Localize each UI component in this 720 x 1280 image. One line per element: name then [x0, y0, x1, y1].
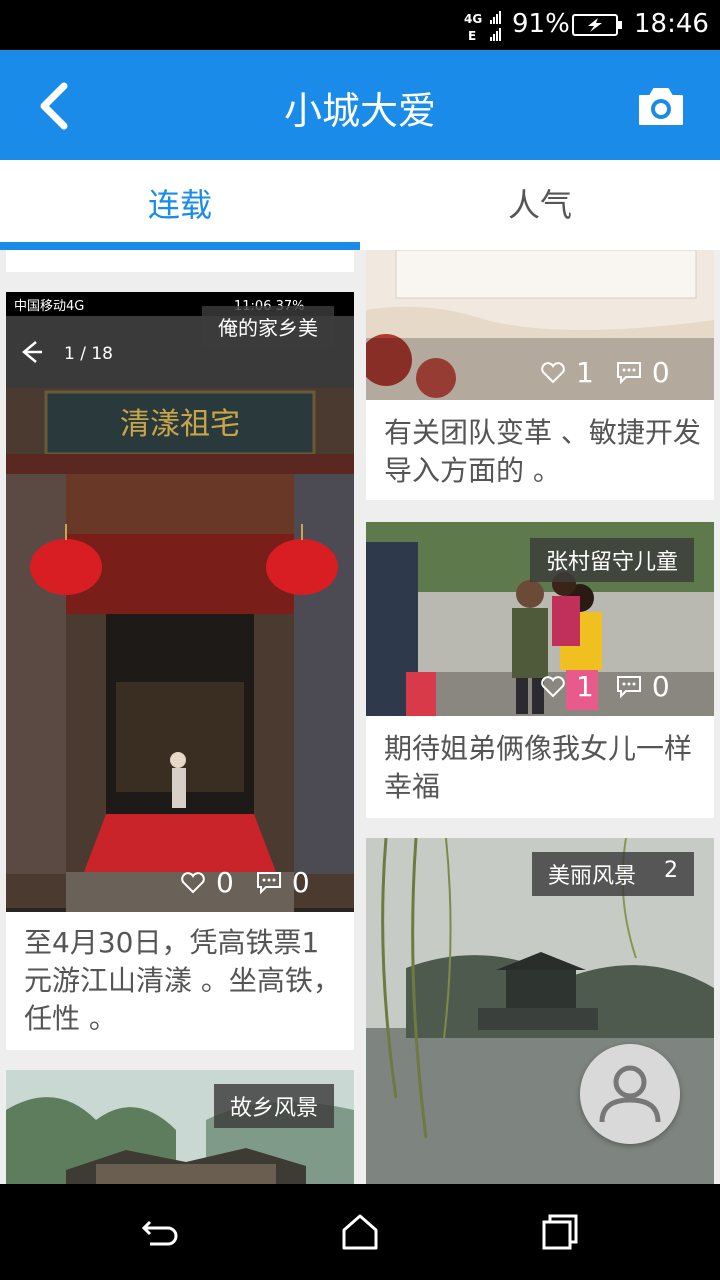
tab-popular[interactable]: 人气	[360, 160, 720, 250]
battery-charging-icon	[572, 14, 622, 36]
card-description: 有关团队变革 、敏捷开发导入方面的 。	[384, 416, 701, 487]
stats-team: 1 0	[540, 356, 692, 389]
heart-icon[interactable]	[540, 361, 566, 384]
svg-text:E: E	[468, 29, 476, 42]
camera-icon[interactable]	[636, 84, 686, 128]
tab-indicator	[0, 242, 360, 250]
photo-hometown: 中国移动4G 11:06 37% 1 / 18 清漾祖宅	[6, 292, 354, 912]
comment-count: 0	[651, 670, 670, 703]
tag-scenery: 美丽风景 2	[531, 852, 694, 896]
stats-hometown: 0 0	[180, 866, 332, 899]
tab-bar: 连载 人气	[0, 160, 720, 250]
like-count: 1	[576, 356, 594, 389]
stats-children: 1 0	[540, 670, 692, 703]
photo-team: 1 0	[366, 250, 714, 400]
svg-text:中国移动4G: 中国移动4G	[14, 299, 84, 314]
battery-percent: 91%	[512, 9, 570, 39]
comment-count: 0	[291, 866, 310, 899]
like-count: 1	[576, 670, 594, 703]
card-description: 期待姐弟俩像我女儿一样幸福	[384, 732, 693, 803]
signal-icon: 4G E	[464, 11, 501, 42]
svg-text:清漾祖宅: 清漾祖宅	[120, 407, 240, 442]
tab-serial[interactable]: 连载	[0, 160, 360, 250]
heart-icon[interactable]	[180, 871, 206, 894]
tag-children: 张村留守儿童	[529, 538, 694, 582]
nav-recents-icon[interactable]	[540, 1212, 580, 1252]
like-count: 0	[216, 866, 234, 899]
comment-icon[interactable]	[256, 871, 282, 895]
tag-count: 2	[664, 858, 678, 883]
tag-label: 美丽风景	[547, 864, 636, 889]
page-title: 小城大爱	[283, 89, 436, 133]
heart-icon[interactable]	[540, 675, 566, 698]
system-nav-bar	[0, 1184, 720, 1280]
photo-children: 张村留守儿童 1 0	[366, 522, 714, 716]
comment-count: 0	[651, 356, 670, 389]
svg-text:4G: 4G	[464, 12, 482, 26]
clock: 18:46	[634, 9, 709, 39]
profile-button[interactable]	[580, 1044, 680, 1144]
tag-landscape: 故乡风景	[214, 1084, 335, 1128]
nav-home-icon[interactable]	[340, 1212, 380, 1252]
svg-text:1 / 18: 1 / 18	[64, 344, 113, 364]
profile-icon	[599, 1065, 661, 1123]
card-description: 至4月30日，凭高铁票1元游江山清漾 。坐高铁，任性 。	[24, 926, 341, 1035]
card-children[interactable]: 张村留守儿童 1 0 期待姐弟俩像我女儿一样幸福	[366, 522, 714, 818]
comment-icon[interactable]	[616, 675, 642, 699]
tag-hometown: 俺的家乡美	[202, 306, 334, 347]
status-bar: 4G E 91% 18:46	[0, 0, 720, 50]
comment-icon[interactable]	[616, 361, 642, 385]
nav-back-icon[interactable]	[140, 1212, 180, 1252]
card-hometown[interactable]: 中国移动4G 11:06 37% 1 / 18 清漾祖宅	[6, 292, 354, 1050]
card-team[interactable]: 1 0 有关团队变革 、敏捷开发导入方面的 。	[366, 250, 714, 500]
app-bar: 小城大爱	[0, 50, 720, 160]
photo-landscape: 故乡风景	[6, 1070, 354, 1184]
card-landscape[interactable]: 故乡风景	[6, 1070, 354, 1184]
card-partial-top-left[interactable]	[6, 250, 354, 272]
